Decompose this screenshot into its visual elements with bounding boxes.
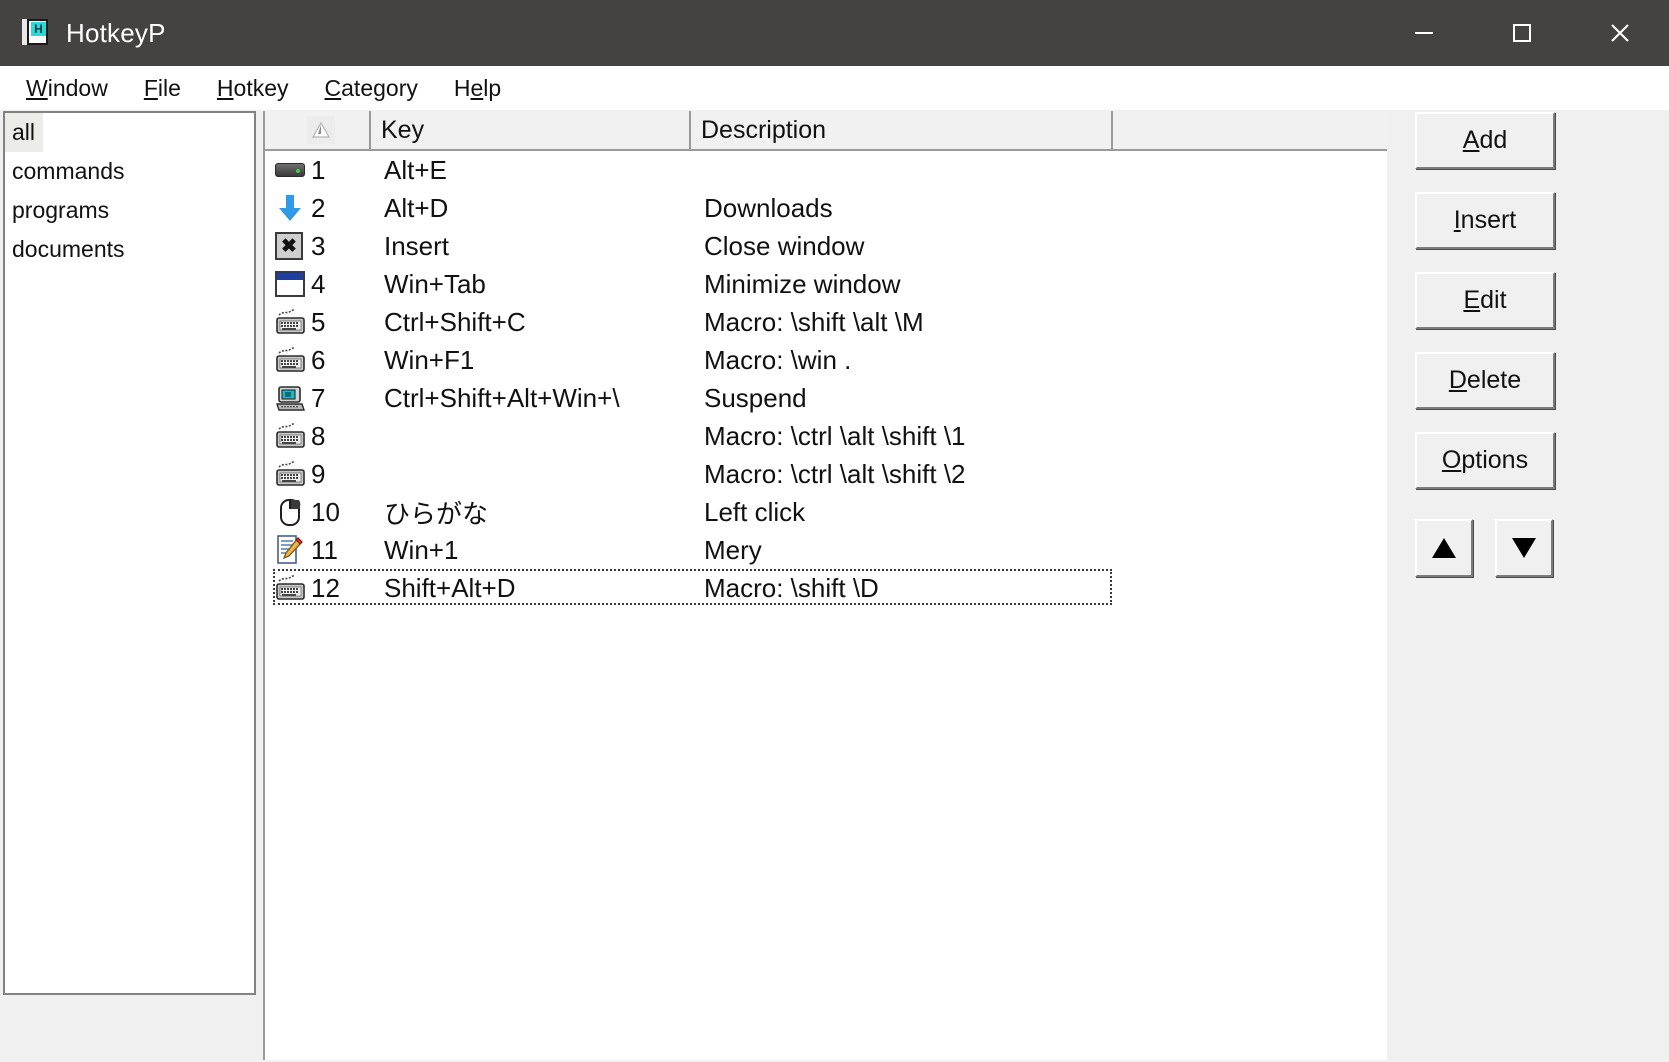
table-row[interactable]: 10 ひらがな Left click bbox=[265, 493, 1387, 531]
table-row[interactable]: 12 Shift+Alt+D Macro: \shift \D bbox=[265, 569, 1387, 607]
sidebar-item-all[interactable]: all bbox=[5, 113, 44, 152]
app-icon: H bbox=[22, 19, 50, 47]
list-rows: 1 Alt+E 2 Alt+D Downloads ✖ 3 Insert Clo… bbox=[265, 151, 1387, 607]
row-description: Macro: \win . bbox=[704, 344, 852, 375]
column-header-blank[interactable] bbox=[1113, 111, 1387, 149]
column-header-key-label: Key bbox=[381, 116, 425, 144]
action-button-panel: Add Insert Edit Delete Options bbox=[1395, 111, 1669, 1062]
row-description: Downloads bbox=[704, 192, 833, 223]
table-row[interactable]: ✖ 3 Insert Close window bbox=[265, 227, 1387, 265]
row-key: ひらがな bbox=[384, 498, 489, 529]
edit-button[interactable]: Edit bbox=[1415, 272, 1555, 329]
hotkeyp-window: H HotkeyP Window File Hotkey Category He… bbox=[0, 0, 1669, 1062]
menu-window[interactable]: Window bbox=[10, 73, 124, 104]
close-button[interactable] bbox=[1571, 0, 1669, 66]
row-key: Shift+Alt+D bbox=[384, 572, 516, 603]
row-description: Macro: \shift \alt \M bbox=[704, 306, 924, 337]
keyboard-icon bbox=[273, 306, 311, 338]
drive-icon bbox=[273, 154, 311, 186]
table-row[interactable]: 9 Macro: \ctrl \alt \shift \2 bbox=[265, 455, 1387, 493]
table-row[interactable]: 6 Win+F1 Macro: \win . bbox=[265, 341, 1387, 379]
title-bar: H HotkeyP bbox=[0, 0, 1669, 66]
insert-button[interactable]: Insert bbox=[1415, 192, 1555, 249]
row-key: Insert bbox=[384, 230, 450, 261]
computer-icon bbox=[273, 382, 311, 414]
row-description: Suspend bbox=[704, 382, 807, 413]
row-number: 4 bbox=[311, 268, 326, 299]
row-description: Left click bbox=[704, 496, 806, 527]
sidebar-bottom-filler bbox=[0, 997, 261, 1062]
table-row[interactable]: 11 Win+1 Mery bbox=[265, 531, 1387, 569]
row-number: 8 bbox=[311, 420, 326, 451]
row-description: Macro: \ctrl \alt \shift \1 bbox=[704, 420, 966, 451]
row-key: Ctrl+Shift+C bbox=[384, 306, 526, 337]
row-number: 7 bbox=[311, 382, 326, 413]
row-number: 11 bbox=[311, 534, 338, 565]
minimize-button[interactable] bbox=[1375, 0, 1473, 66]
row-key: Ctrl+Shift+Alt+Win+\ bbox=[384, 382, 620, 413]
column-header-key[interactable]: Key bbox=[371, 111, 691, 149]
column-header-sort[interactable] bbox=[265, 111, 371, 149]
document-edit-icon bbox=[273, 534, 311, 566]
keyboard-icon bbox=[273, 572, 311, 604]
table-row[interactable]: 7 Ctrl+Shift+Alt+Win+\ Suspend bbox=[265, 379, 1387, 417]
triangle-up-icon bbox=[1427, 535, 1461, 561]
table-row[interactable]: 2 Alt+D Downloads bbox=[265, 189, 1387, 227]
maximize-button[interactable] bbox=[1473, 0, 1571, 66]
window-icon bbox=[273, 268, 311, 300]
keyboard-icon bbox=[273, 420, 311, 452]
row-description: Macro: \ctrl \alt \shift \2 bbox=[704, 458, 966, 489]
row-key: Alt+D bbox=[384, 192, 449, 223]
row-key: Win+F1 bbox=[384, 344, 475, 375]
row-description: Minimize window bbox=[704, 268, 901, 299]
table-row[interactable]: 5 Ctrl+Shift+C Macro: \shift \alt \M bbox=[265, 303, 1387, 341]
row-key: Alt+E bbox=[384, 154, 447, 185]
column-header-description[interactable]: Description bbox=[691, 111, 1113, 149]
row-number: 6 bbox=[311, 344, 326, 375]
row-number: 2 bbox=[311, 192, 326, 223]
row-number: 9 bbox=[311, 458, 326, 489]
row-number: 12 bbox=[311, 572, 340, 603]
row-description: Macro: \shift \D bbox=[704, 572, 879, 603]
triangle-down-icon bbox=[1507, 535, 1541, 561]
move-up-button[interactable] bbox=[1415, 519, 1473, 577]
table-row[interactable]: 1 Alt+E bbox=[265, 151, 1387, 189]
keyboard-icon bbox=[273, 458, 311, 490]
menu-bar: Window File Hotkey Category Help bbox=[0, 66, 1669, 110]
sidebar-item-documents[interactable]: documents bbox=[5, 230, 254, 269]
sidebar-item-commands[interactable]: commands bbox=[5, 152, 254, 191]
menu-help[interactable]: Help bbox=[438, 73, 517, 104]
row-description: Close window bbox=[704, 230, 865, 261]
row-key: Win+1 bbox=[384, 534, 459, 565]
row-number: 3 bbox=[311, 230, 326, 261]
category-list[interactable]: all commands programs documents bbox=[3, 111, 256, 995]
add-button[interactable]: Add bbox=[1415, 112, 1555, 169]
row-key: Win+Tab bbox=[384, 268, 486, 299]
menu-file[interactable]: File bbox=[128, 73, 197, 104]
row-number: 1 bbox=[311, 154, 326, 185]
window-title: HotkeyP bbox=[66, 17, 166, 48]
keyboard-icon bbox=[273, 344, 311, 376]
delete-button[interactable]: Delete bbox=[1415, 352, 1555, 409]
list-header: Key Description bbox=[265, 111, 1387, 151]
table-row[interactable]: 4 Win+Tab Minimize window bbox=[265, 265, 1387, 303]
sort-ascending-icon bbox=[307, 116, 335, 144]
hotkey-list[interactable]: Key Description 1 Alt+E 2 Alt+D Download… bbox=[263, 111, 1387, 1060]
mouse-icon bbox=[273, 496, 311, 528]
window-controls bbox=[1375, 0, 1669, 66]
app-icon-letter: H bbox=[31, 22, 46, 36]
column-header-description-label: Description bbox=[701, 116, 827, 144]
menu-hotkey[interactable]: Hotkey bbox=[201, 73, 305, 104]
options-button[interactable]: Options bbox=[1415, 432, 1555, 489]
move-down-button[interactable] bbox=[1495, 519, 1553, 577]
row-description: Mery bbox=[704, 534, 762, 565]
sidebar-item-programs[interactable]: programs bbox=[5, 191, 254, 230]
table-row[interactable]: 8 Macro: \ctrl \alt \shift \1 bbox=[265, 417, 1387, 455]
row-number: 5 bbox=[311, 306, 326, 337]
menu-category[interactable]: Category bbox=[309, 73, 434, 104]
close-window-icon: ✖ bbox=[273, 230, 311, 262]
row-number: 10 bbox=[311, 496, 340, 527]
download-arrow-icon bbox=[273, 192, 311, 224]
